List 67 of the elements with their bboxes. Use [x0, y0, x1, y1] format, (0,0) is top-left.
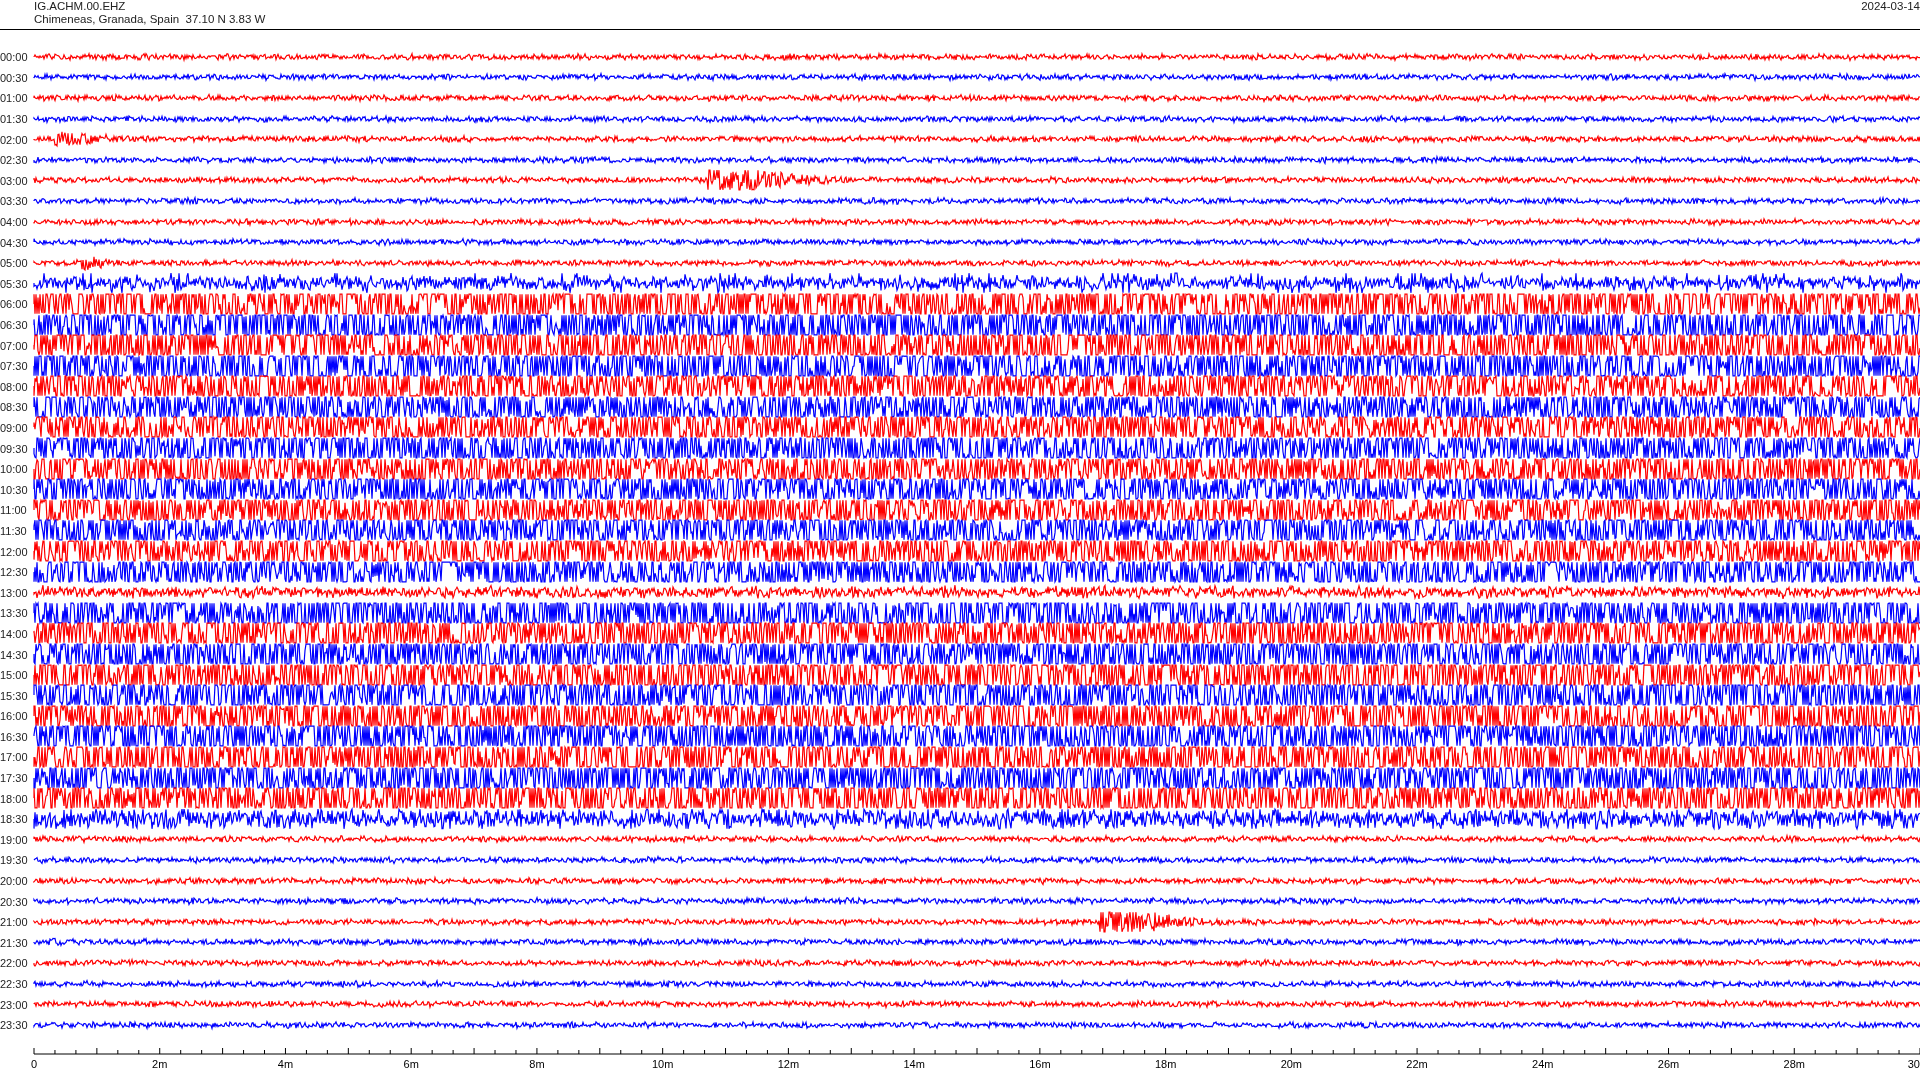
hour-label: 13:30	[0, 607, 29, 620]
axis-label: 20m	[1280, 1057, 1303, 1070]
axis-label: 22m	[1406, 1057, 1428, 1070]
hour-label: 03:30	[0, 195, 29, 208]
axis-label: 6m	[403, 1057, 419, 1070]
axis-label: 10m	[651, 1057, 674, 1070]
hour-label: 23:30	[0, 1019, 29, 1032]
hour-label: 12:30	[0, 566, 29, 579]
hour-label: 04:00	[0, 216, 29, 229]
hour-label: 11:00	[0, 504, 28, 517]
hour-label: 20:30	[0, 895, 29, 908]
hour-label: 14:00	[0, 627, 29, 640]
hour-label: 05:00	[0, 257, 29, 270]
hour-label: 00:00	[0, 51, 29, 64]
hour-label: 08:30	[0, 401, 29, 414]
hour-label: 21:00	[0, 916, 29, 929]
axis-label: 18m	[1154, 1057, 1177, 1070]
axis-label: 2m	[152, 1057, 168, 1070]
hour-label: 10:00	[0, 463, 29, 476]
hour-label: 17:30	[0, 772, 29, 785]
hour-label: 00:30	[0, 71, 29, 84]
axis-label: 30	[1907, 1057, 1920, 1070]
hour-label: 14:30	[0, 648, 29, 661]
hour-label: 06:00	[0, 298, 29, 311]
hour-label: 22:00	[0, 957, 29, 970]
hour-label: 16:00	[0, 710, 29, 723]
hour-label: 19:30	[0, 854, 29, 867]
station-location: Chimeneas, Granada, Spain 37.10 N 3.83 W	[34, 13, 266, 26]
axis-label: 16m	[1029, 1057, 1051, 1070]
axis-label: 28m	[1783, 1057, 1805, 1070]
hour-label: 01:00	[0, 92, 29, 105]
hour-label: 12:00	[0, 545, 29, 558]
hour-label: 16:30	[0, 730, 29, 743]
record-date: 2024-03-14	[1861, 0, 1920, 13]
hour-label: 21:30	[0, 936, 29, 949]
hour-label: 06:30	[0, 319, 29, 331]
axis-label: 4m	[277, 1057, 294, 1070]
hour-label: 09:30	[0, 442, 29, 455]
axis-label: 14m	[903, 1057, 925, 1070]
axis-label: 24m	[1532, 1057, 1554, 1070]
hour-label: 23:00	[0, 998, 29, 1011]
station-code: IG.ACHM.00.EHZ	[34, 0, 127, 13]
axis-label: 0	[30, 1057, 38, 1070]
axis-label: 8m	[529, 1057, 545, 1070]
hour-label: 15:00	[0, 669, 29, 682]
hour-label: 11:30	[0, 524, 28, 537]
hour-label: 17:00	[0, 751, 29, 764]
hour-label: 05:30	[0, 277, 29, 290]
hour-label: 10:30	[0, 483, 29, 496]
hour-label: 18:30	[0, 813, 29, 826]
axis-label: 12m	[777, 1057, 800, 1070]
hour-label: 09:00	[0, 422, 29, 434]
hour-label: 08:00	[0, 380, 29, 393]
hour-label: 22:30	[0, 978, 29, 990]
hour-label: 19:00	[0, 833, 29, 846]
hour-label: 13:00	[0, 586, 29, 599]
hour-label: 20:00	[0, 875, 29, 888]
axis-label: 26m	[1657, 1057, 1680, 1070]
hour-label: 18:00	[0, 792, 29, 805]
hour-label: 04:30	[0, 236, 29, 249]
hour-label: 02:00	[0, 133, 29, 146]
hour-label: 03:00	[0, 174, 29, 187]
hour-label: 01:30	[0, 113, 29, 126]
hour-label: 07:00	[0, 339, 29, 352]
hour-label: 15:30	[0, 689, 29, 702]
hour-label: 07:30	[0, 360, 29, 373]
hour-label: 02:30	[0, 154, 29, 167]
